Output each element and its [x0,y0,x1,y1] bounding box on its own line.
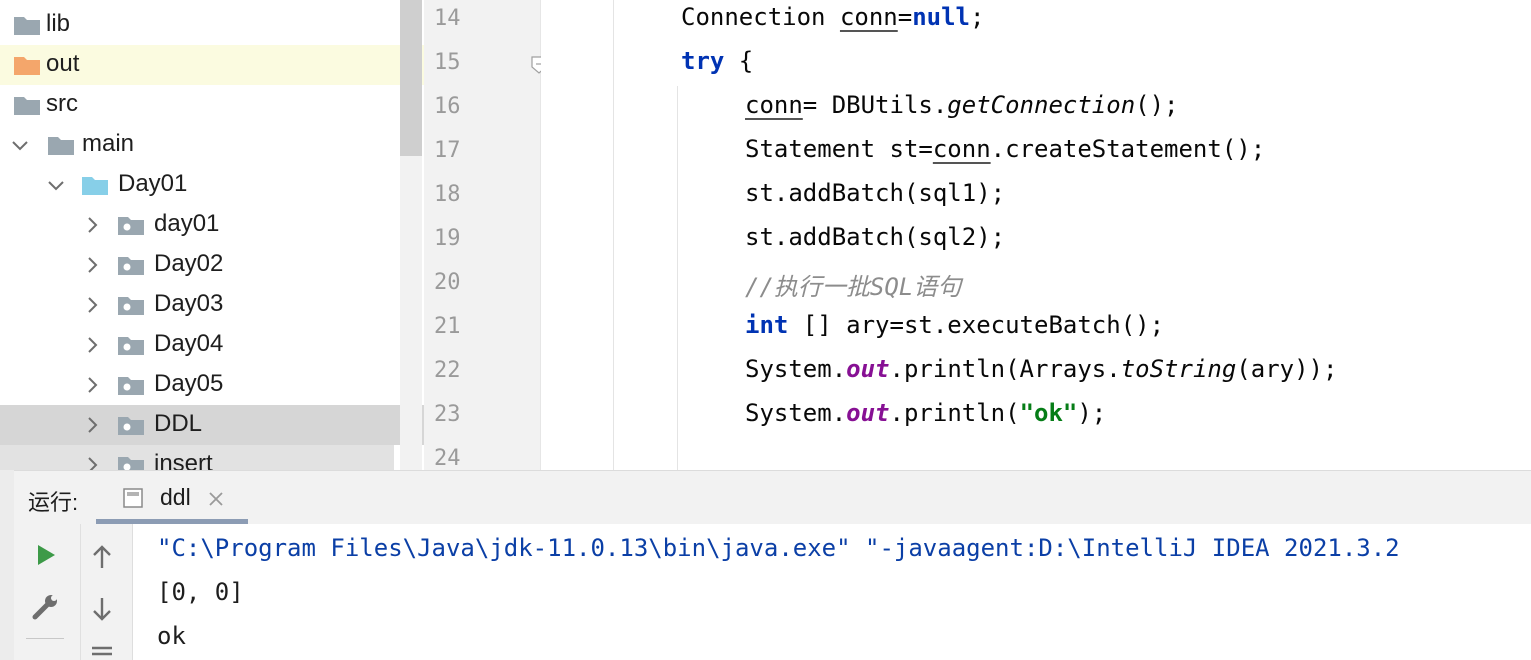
run-toolbar [0,524,133,660]
chevron-down-icon[interactable] [46,175,66,195]
code-line-19: st.addBatch(sql2); [745,223,1006,251]
chevron-down-icon[interactable] [10,135,30,155]
code-line-23: System.out.println("ok"); [745,399,1107,427]
folder-orange-icon [14,57,40,75]
side-tool-strip [0,470,14,660]
folder-icon [14,17,40,35]
package-icon [118,257,144,275]
chevron-right-icon[interactable] [82,455,102,470]
tree-item-label: day01 [154,210,220,237]
tree-item-day04[interactable]: Day04 [0,325,424,365]
tree-item-label: main [82,130,135,157]
tree-item-label: Day05 [154,370,224,397]
folder-blue-icon [82,177,108,195]
line-number: 22 [434,358,461,383]
package-icon [118,377,144,395]
tree-item-label: Day03 [154,290,224,317]
console-command-line: "C:\Program Files\Java\jdk-11.0.13\bin\j… [157,534,1400,562]
tree-item-ddl[interactable]: DDL [0,405,424,445]
chevron-right-icon[interactable] [82,375,102,395]
package-icon [118,457,144,470]
indent-guide [613,0,614,470]
indent-guide [677,86,678,470]
console-output[interactable]: "C:\Program Files\Java\jdk-11.0.13\bin\j… [133,524,1531,660]
code-line-16: conn= DBUtils.getConnection(); [745,91,1179,119]
package-icon [118,297,144,315]
code-line-22: System.out.println(Arrays.toString(ary))… [745,355,1338,383]
soft-wrap-icon[interactable] [90,644,114,660]
tree-item-label: Day02 [154,250,224,277]
tree-item-label: insert [154,450,213,470]
tree-item-insert[interactable]: insert [0,445,394,470]
rerun-icon[interactable] [36,544,56,566]
line-number: 21 [434,314,461,339]
console-output-line: ok [157,622,186,650]
tree-item-src[interactable]: src [0,85,424,125]
tree-item-label: out [46,50,80,77]
tree-item-label: Day01 [118,170,188,197]
chevron-right-icon[interactable] [82,415,102,435]
console-tab-icon [123,488,143,508]
tree-item-day02[interactable]: Day02 [0,245,424,285]
toolbar-divider [80,524,81,660]
tree-scrollbar-track[interactable] [400,156,422,470]
line-number: 23 [434,402,461,427]
tree-item-day01-module[interactable]: Day01 [0,165,424,205]
console-output-line: [0, 0] [157,578,244,606]
line-number: 15 [434,50,461,75]
package-icon [118,217,144,235]
tree-item-label: lib [46,10,71,37]
code-line-18: st.addBatch(sql1); [745,179,1006,207]
line-number: 17 [434,138,461,163]
arrow-up-icon[interactable] [90,544,114,570]
tree-item-day05[interactable]: Day05 [0,365,424,405]
line-number: 14 [434,6,461,31]
tree-item-label: DDL [154,410,203,437]
line-number: 18 [434,182,461,207]
code-comment-line-20: //执行一批SQL语句 [745,273,962,301]
wrench-icon[interactable] [30,592,60,622]
arrow-down-icon[interactable] [90,596,114,622]
line-number: 16 [434,94,461,119]
editor-gutter: 14 15 16 17 18 19 20 21 22 23 24 [424,0,541,471]
code-line-15: try { [681,47,754,75]
chevron-right-icon[interactable] [82,215,102,235]
line-number: 20 [434,270,461,295]
code-line-17: Statement st=conn.createStatement(); [745,135,1266,163]
chevron-right-icon[interactable] [82,335,102,355]
tree-item-label: Day04 [154,330,224,357]
run-tab-ddl[interactable]: ddl [160,484,191,511]
folder-icon [48,137,74,155]
run-tool-window-header: 运行: ddl [0,470,1531,525]
tree-item-day01[interactable]: day01 [0,205,424,245]
tree-item-label: src [46,90,78,117]
project-tree: lib out src main Day01 day01 Day02 Day03 [0,0,424,470]
chevron-right-icon[interactable] [82,295,102,315]
close-icon[interactable] [208,491,224,507]
package-icon [118,337,144,355]
code-line-14: Connection conn=null; [681,3,985,31]
code-line-21: int [] ary=st.executeBatch(); [745,311,1165,339]
line-number: 19 [434,226,461,251]
code-editor[interactable]: Connection conn=null; try { conn= DBUtil… [541,0,1531,470]
tree-item-main[interactable]: main [0,125,424,165]
line-number: 24 [434,446,461,471]
tree-item-lib[interactable]: lib [0,5,424,45]
package-icon [118,417,144,435]
tree-item-out[interactable]: out [0,45,424,85]
toolbar-divider [26,638,64,639]
run-label: 运行: [28,490,79,515]
folder-icon [14,97,40,115]
tree-scrollbar-thumb[interactable] [400,0,422,156]
chevron-right-icon[interactable] [82,255,102,275]
tree-item-day03[interactable]: Day03 [0,285,424,325]
